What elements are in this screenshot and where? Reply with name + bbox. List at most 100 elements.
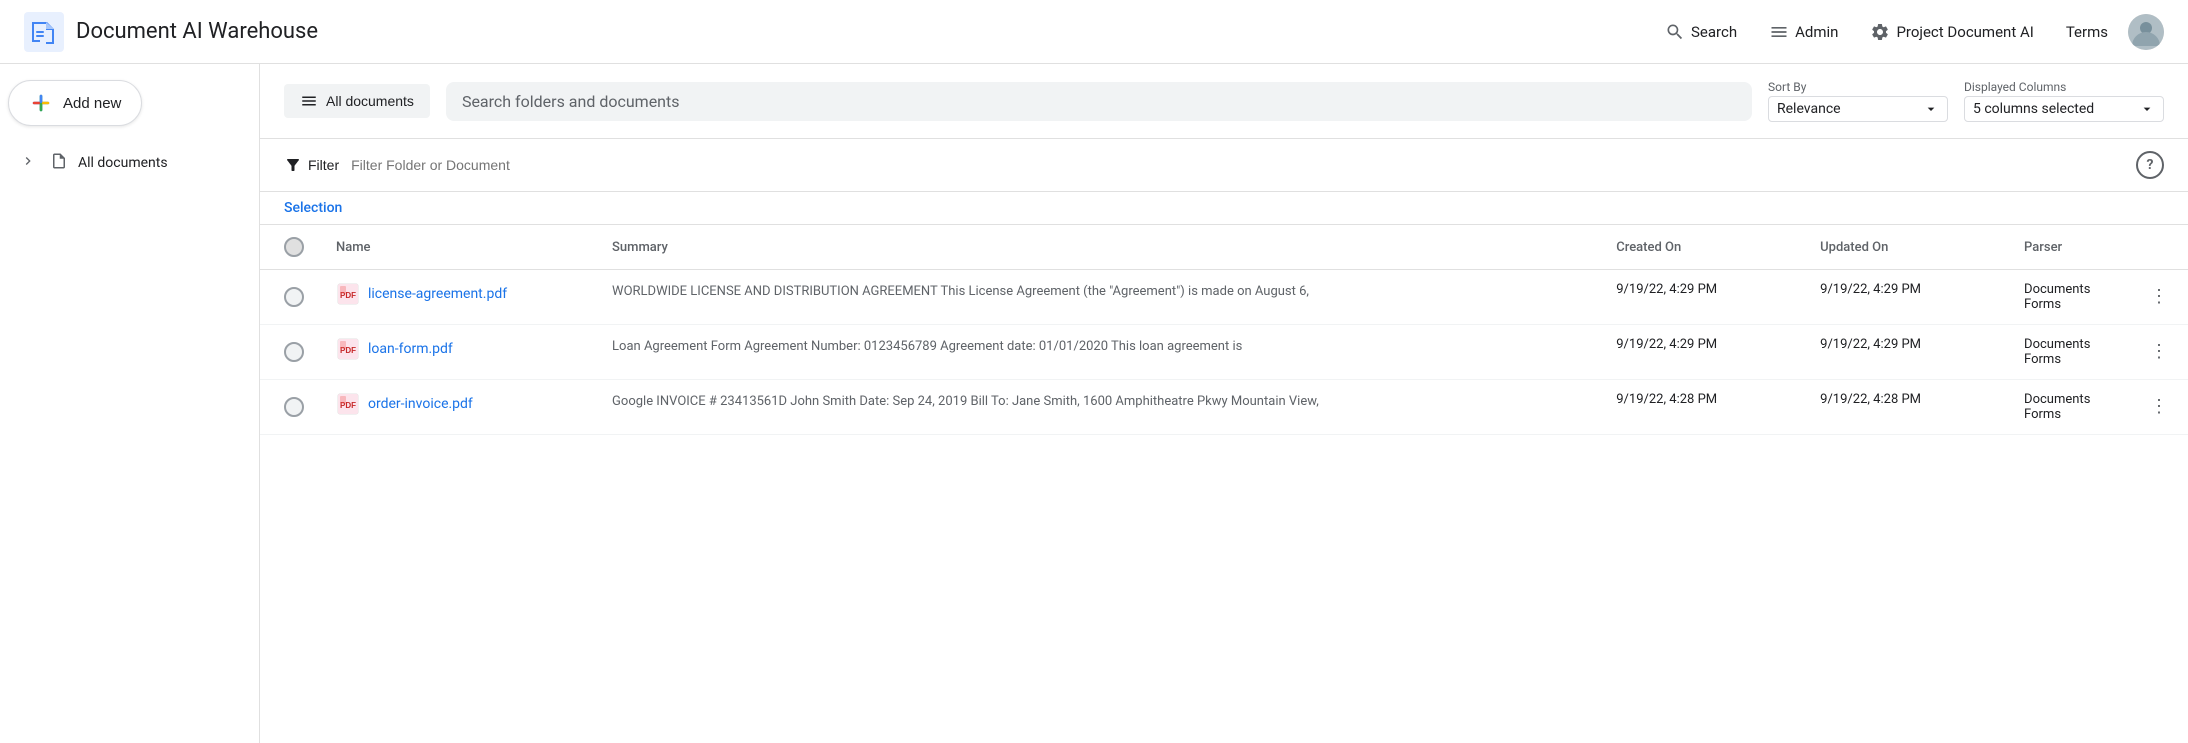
row-summary-cell: WORLDWIDE LICENSE AND DISTRIBUTION AGREE… — [596, 270, 1600, 325]
header-checkbox[interactable] — [284, 237, 304, 257]
displayed-columns-label: Displayed Columns — [1964, 80, 2164, 94]
row-parser-text: DocumentsForms — [2024, 282, 2090, 312]
more-options-icon[interactable]: ⋮ — [2146, 392, 2172, 421]
filter-input[interactable] — [351, 157, 2124, 173]
list-icon — [300, 92, 318, 110]
table-body: PDF license-agreement.pdf WORLDWIDE LICE… — [260, 270, 2188, 435]
table-row: PDF loan-form.pdf Loan Agreement Form Ag… — [260, 325, 2188, 380]
filter-button[interactable]: Filter — [284, 156, 339, 174]
admin-nav-label: Admin — [1795, 23, 1838, 41]
all-documents-button[interactable]: All documents — [284, 84, 430, 118]
row-created-date: 9/19/22, 4:29 PM — [1616, 337, 1788, 352]
app-title: Document AI Warehouse — [76, 19, 318, 44]
row-name-cell: PDF order-invoice.pdf — [320, 380, 596, 435]
header-nav: Search Admin Project Document AI Terms — [1653, 14, 2164, 50]
selection-bar: Selection — [260, 192, 2188, 225]
table-row: PDF license-agreement.pdf WORLDWIDE LICE… — [260, 270, 2188, 325]
more-options-icon[interactable]: ⋮ — [2146, 337, 2172, 366]
filter-bar: Filter ? — [260, 139, 2188, 192]
app-logo-icon — [24, 12, 64, 52]
row-summary: WORLDWIDE LICENSE AND DISTRIBUTION AGREE… — [612, 282, 1584, 302]
row-checkbox[interactable] — [284, 287, 304, 307]
row-created-cell: 9/19/22, 4:29 PM — [1600, 270, 1804, 325]
row-name-cell: PDF license-agreement.pdf — [320, 270, 596, 325]
parser-cell: DocumentsForms ⋮ — [2024, 337, 2172, 367]
row-updated-date: 9/19/22, 4:29 PM — [1820, 337, 1992, 352]
file-name-text[interactable]: order-invoice.pdf — [368, 396, 473, 412]
row-summary: Loan Agreement Form Agreement Number: 01… — [612, 337, 1584, 357]
search-icon — [1665, 22, 1685, 42]
file-name: PDF order-invoice.pdf — [336, 392, 580, 416]
avatar-image — [2128, 14, 2164, 50]
row-updated-date: 9/19/22, 4:28 PM — [1820, 392, 1992, 407]
add-new-button[interactable]: Add new — [8, 80, 142, 126]
row-checkbox-cell — [260, 270, 320, 325]
document-icon — [50, 152, 68, 174]
row-updated-cell: 9/19/22, 4:28 PM — [1804, 380, 2008, 435]
selection-link[interactable]: Selection — [284, 200, 342, 216]
project-nav-label: Project Document AI — [1896, 23, 2033, 41]
add-new-label: Add new — [63, 95, 121, 112]
chevron-right-icon — [20, 153, 36, 173]
file-name: PDF license-agreement.pdf — [336, 282, 580, 306]
sort-select[interactable]: Relevance — [1768, 96, 1948, 122]
row-summary-cell: Google INVOICE # 23413561D John Smith Da… — [596, 380, 1600, 435]
row-parser-text: DocumentsForms — [2024, 392, 2090, 422]
col-name: Name — [320, 225, 596, 270]
more-options-icon[interactable]: ⋮ — [2146, 282, 2172, 311]
sort-by-label: Sort By — [1768, 80, 1948, 94]
parser-cell: DocumentsForms ⋮ — [2024, 392, 2172, 422]
search-nav-item[interactable]: Search — [1653, 14, 1749, 50]
search-nav-label: Search — [1691, 23, 1737, 41]
gear-icon — [1870, 22, 1890, 42]
pdf-icon: PDF — [336, 337, 360, 361]
columns-dropdown: Displayed Columns 5 columns selected — [1964, 80, 2164, 122]
col-summary: Summary — [596, 225, 1600, 270]
app-body: Add new All documents All documents Sear… — [0, 64, 2188, 743]
columns-chevron-down-icon — [2139, 101, 2155, 117]
filter-label: Filter — [308, 157, 339, 173]
parser-cell: DocumentsForms ⋮ — [2024, 282, 2172, 312]
search-box[interactable]: Search folders and documents — [446, 82, 1752, 121]
app-header: Document AI Warehouse Search Admin Proje… — [0, 0, 2188, 64]
row-created-cell: 9/19/22, 4:29 PM — [1600, 325, 1804, 380]
col-created-on: Created On — [1600, 225, 1804, 270]
project-nav-item[interactable]: Project Document AI — [1858, 14, 2045, 50]
file-name-text[interactable]: license-agreement.pdf — [368, 286, 507, 302]
file-name-text[interactable]: loan-form.pdf — [368, 341, 453, 357]
file-name: PDF loan-form.pdf — [336, 337, 580, 361]
main-content: All documents Search folders and documen… — [260, 64, 2188, 743]
columns-value: 5 columns selected — [1973, 101, 2094, 117]
header-checkbox-cell — [260, 225, 320, 270]
pdf-icon: PDF — [336, 282, 360, 306]
row-summary: Google INVOICE # 23413561D John Smith Da… — [612, 392, 1584, 412]
row-checkbox[interactable] — [284, 397, 304, 417]
sidebar-item-all-documents[interactable]: All documents — [8, 142, 251, 184]
pdf-icon: PDF — [336, 392, 360, 416]
col-parser: Parser — [2008, 225, 2188, 270]
plus-icon — [29, 91, 53, 115]
all-documents-btn-label: All documents — [326, 93, 414, 109]
logo-area: Document AI Warehouse — [24, 12, 318, 52]
columns-select[interactable]: 5 columns selected — [1964, 96, 2164, 122]
sort-dropdown: Sort By Relevance — [1768, 80, 1948, 122]
row-checkbox[interactable] — [284, 342, 304, 362]
sort-value: Relevance — [1777, 101, 1841, 117]
sort-chevron-down-icon — [1923, 101, 1939, 117]
row-checkbox-cell — [260, 380, 320, 435]
filter-icon — [284, 156, 302, 174]
terms-nav-item[interactable]: Terms — [2054, 15, 2120, 49]
table-header: Name Summary Created On Updated On Parse… — [260, 225, 2188, 270]
avatar[interactable] — [2128, 14, 2164, 50]
row-updated-cell: 9/19/22, 4:29 PM — [1804, 325, 2008, 380]
row-created-date: 9/19/22, 4:28 PM — [1616, 392, 1788, 407]
top-bar: All documents Search folders and documen… — [260, 64, 2188, 139]
col-updated-on: Updated On — [1804, 225, 2008, 270]
admin-nav-item[interactable]: Admin — [1757, 14, 1850, 50]
row-parser-cell: DocumentsForms ⋮ — [2008, 325, 2188, 380]
row-summary-cell: Loan Agreement Form Agreement Number: 01… — [596, 325, 1600, 380]
row-parser-text: DocumentsForms — [2024, 337, 2090, 367]
help-icon[interactable]: ? — [2136, 151, 2164, 179]
sidebar: Add new All documents — [0, 64, 260, 743]
row-parser-cell: DocumentsForms ⋮ — [2008, 270, 2188, 325]
